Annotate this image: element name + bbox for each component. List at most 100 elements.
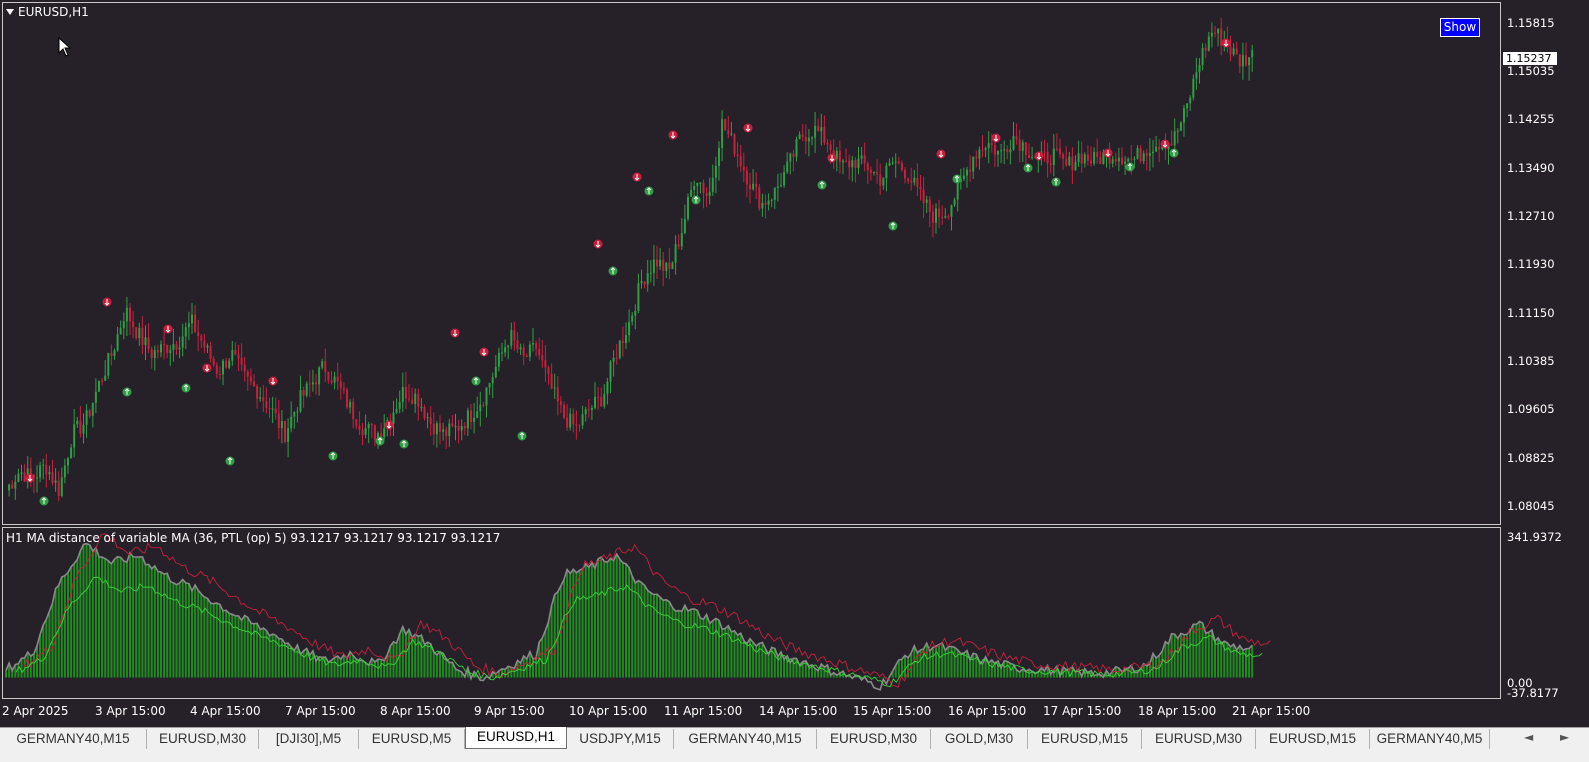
histogram-bar <box>160 572 162 678</box>
candle-body <box>900 162 903 171</box>
candle-body <box>888 162 891 166</box>
tab-scroll-left-icon[interactable]: ◄ <box>1524 730 1533 744</box>
chart-tab[interactable]: GERMANY40,M15 <box>674 729 817 749</box>
candle-body <box>535 343 538 349</box>
candle-body <box>962 175 965 180</box>
chart-tab[interactable]: EURUSD,H1 <box>465 727 567 749</box>
histogram-bar <box>640 582 643 678</box>
candle-body <box>246 371 249 377</box>
candle-body <box>1192 78 1195 98</box>
chart-tab[interactable]: EURUSD,M30 <box>817 729 931 749</box>
candle-body <box>525 355 528 357</box>
chart-tab[interactable]: [DJI30],M5 <box>259 729 359 749</box>
dropdown-triangle-icon[interactable] <box>6 9 14 15</box>
candle-body <box>256 386 259 399</box>
histogram-bar <box>352 655 355 678</box>
histogram-bar <box>296 644 299 678</box>
candle-body <box>280 420 283 429</box>
candle-body <box>420 406 423 408</box>
chart-symbol-title[interactable]: EURUSD,H1 <box>6 5 89 19</box>
candle-body <box>606 381 609 394</box>
candle-body <box>804 136 807 142</box>
candle-body <box>758 187 761 209</box>
chart-tab[interactable]: GERMANY40,M15 <box>0 729 147 749</box>
histogram-bar <box>339 659 342 678</box>
candle-body <box>817 125 820 132</box>
candle-body <box>414 393 417 404</box>
candle-body <box>578 424 581 426</box>
histogram-bar <box>169 581 172 678</box>
histogram-bar <box>665 599 668 678</box>
histogram-bar <box>293 650 296 678</box>
chart-tab[interactable]: EURUSD,M30 <box>1142 729 1256 749</box>
candle-body <box>432 423 435 435</box>
candle-body <box>277 413 280 429</box>
candle-body <box>594 396 596 408</box>
candle-body <box>702 182 705 193</box>
chart-canvas <box>5 17 1271 691</box>
histogram-bar <box>745 643 748 678</box>
histogram-bar <box>104 558 107 678</box>
candle-body <box>854 160 857 168</box>
candle-body <box>82 424 85 434</box>
candle-body <box>225 360 228 368</box>
histogram-bar <box>953 647 956 678</box>
histogram-bar <box>1235 649 1238 678</box>
candle-body <box>584 409 587 415</box>
candle-body <box>1059 148 1061 155</box>
candle-body <box>1086 154 1089 161</box>
candle-body <box>194 314 197 333</box>
histogram-bar <box>222 610 224 678</box>
candle-body <box>904 170 906 179</box>
candle-body <box>209 345 212 359</box>
candle-body <box>1170 143 1173 146</box>
candle-body <box>1217 28 1220 34</box>
chart-tab[interactable]: USDJPY,M15 <box>567 729 674 749</box>
chart-tab[interactable]: EURUSD,M5 <box>359 729 465 749</box>
candle-body <box>336 376 339 382</box>
candle-body <box>367 424 370 429</box>
histogram-bar <box>587 567 590 678</box>
chart-tab[interactable]: GERMANY40,M5 <box>1370 729 1490 749</box>
candle-body <box>497 352 500 367</box>
candle-body <box>504 347 507 353</box>
histogram-bar <box>981 663 984 678</box>
candle-body <box>993 145 996 155</box>
chart-tab[interactable]: GOLD,M30 <box>931 729 1028 749</box>
candle-body <box>522 347 525 356</box>
candle-body <box>466 410 469 429</box>
histogram-bar <box>82 544 85 678</box>
candle-body <box>153 350 156 359</box>
candle-body <box>333 376 336 383</box>
candle-body <box>947 216 950 218</box>
chart-tab[interactable]: EURUSD,M15 <box>1256 729 1370 749</box>
histogram-bar <box>643 585 646 678</box>
histogram-bar <box>594 568 596 678</box>
candle-body <box>842 160 844 163</box>
histogram-bar <box>404 634 407 678</box>
candle-body <box>404 387 407 399</box>
candle-body <box>184 327 187 337</box>
candle-body <box>1148 153 1151 156</box>
candle-body <box>150 349 153 359</box>
histogram-bar <box>32 653 35 678</box>
histogram-bar <box>342 654 345 678</box>
candle-body <box>925 199 928 203</box>
candle-body <box>978 149 981 159</box>
candle-body <box>776 186 779 188</box>
show-button[interactable]: Show <box>1440 18 1480 37</box>
histogram-bar <box>733 630 736 678</box>
candle-body <box>342 387 345 390</box>
candle-body <box>166 344 169 353</box>
chart-tab[interactable]: EURUSD,M15 <box>1028 729 1142 749</box>
candle-body <box>380 433 383 438</box>
candle-body <box>1238 54 1241 67</box>
candle-body <box>814 125 817 138</box>
tab-scroll-right-icon[interactable]: ► <box>1560 730 1569 744</box>
candle-body <box>718 147 720 166</box>
chart-tab[interactable]: EURUSD,M30 <box>147 729 259 749</box>
candle-body <box>411 399 414 404</box>
candle-body <box>284 420 286 443</box>
candle-body <box>501 352 503 354</box>
histogram-bar <box>262 628 265 678</box>
